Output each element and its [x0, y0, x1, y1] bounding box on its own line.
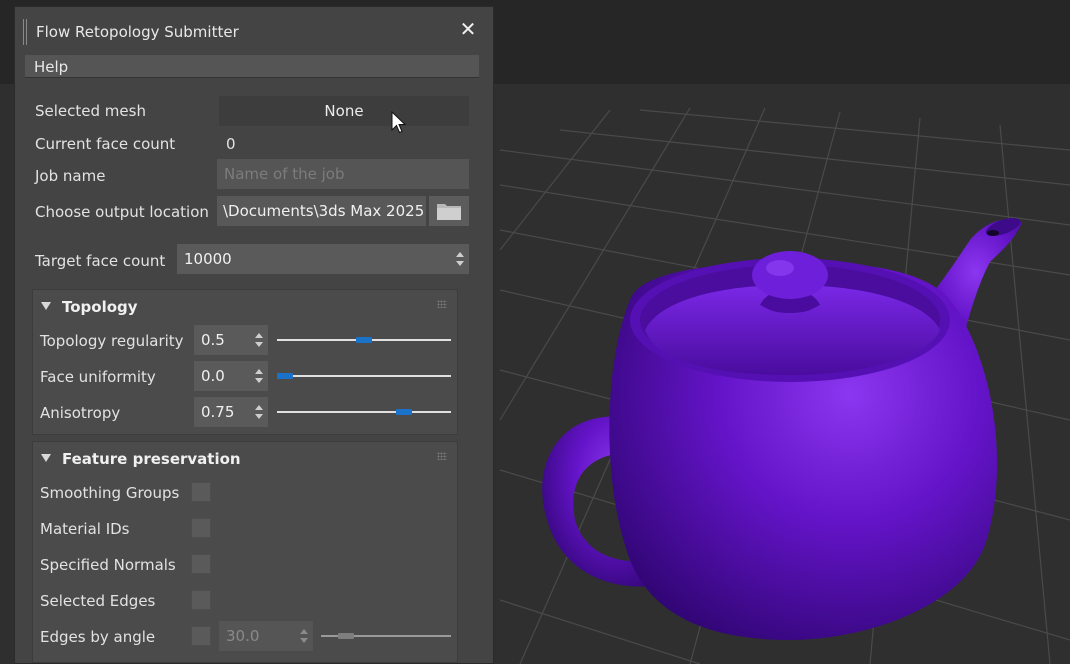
- face-uniformity-slider[interactable]: [277, 370, 451, 382]
- edges-by-angle-value: 30.0: [226, 627, 260, 645]
- anisotropy-spinner[interactable]: 0.75: [194, 397, 268, 427]
- selected-mesh-button[interactable]: None: [219, 96, 469, 126]
- teapot-model: [542, 217, 1022, 640]
- slider-thumb[interactable]: [277, 373, 293, 379]
- material-ids-label: Material IDs: [40, 520, 130, 538]
- output-location-field[interactable]: \Documents\3ds Max 2025: [217, 196, 426, 226]
- topology-regularity-slider[interactable]: [277, 334, 451, 346]
- rollout-grip-icon[interactable]: [437, 300, 447, 308]
- slider-thumb[interactable]: [356, 337, 372, 343]
- face-uniformity-value: 0.0: [201, 367, 225, 385]
- edges-by-angle-label: Edges by angle: [40, 628, 156, 646]
- material-ids-checkbox[interactable]: [191, 518, 211, 538]
- spinner-arrows-icon[interactable]: [255, 369, 263, 383]
- edges-by-angle-checkbox[interactable]: [191, 626, 211, 646]
- menu-bar: Help: [25, 55, 479, 78]
- topology-heading[interactable]: Topology: [62, 298, 138, 316]
- topology-rollout: Topology Topology regularity 0.5 Face un…: [32, 289, 458, 435]
- spinner-arrows-icon[interactable]: [255, 405, 263, 419]
- anisotropy-slider[interactable]: [277, 406, 451, 418]
- edges-by-angle-spinner[interactable]: 30.0: [219, 621, 313, 651]
- slider-thumb[interactable]: [338, 633, 355, 639]
- job-name-label: Job name: [35, 167, 106, 185]
- target-face-count-spinner[interactable]: 10000: [177, 244, 469, 274]
- face-uniformity-label: Face uniformity: [40, 368, 156, 386]
- target-face-count-value: 10000: [184, 250, 232, 268]
- spinner-arrows-icon[interactable]: [255, 333, 263, 347]
- dialog-title: Flow Retopology Submitter: [36, 23, 239, 41]
- spinner-arrows-icon[interactable]: [300, 629, 308, 643]
- edges-by-angle-slider[interactable]: [321, 630, 451, 642]
- face-uniformity-spinner[interactable]: 0.0: [194, 361, 268, 391]
- slider-track: [277, 375, 451, 377]
- folder-icon: [437, 204, 461, 220]
- feature-preservation-rollout: Feature preservation Smoothing Groups Ma…: [32, 441, 458, 663]
- target-face-count-label: Target face count: [35, 252, 166, 270]
- smoothing-groups-label: Smoothing Groups: [40, 484, 180, 502]
- close-icon[interactable]: ✕: [458, 19, 478, 39]
- collapse-triangle-icon[interactable]: [41, 302, 51, 310]
- flow-retopology-dialog: Flow Retopology Submitter ✕ Help Selecte…: [14, 6, 494, 664]
- job-name-input[interactable]: Name of the job: [217, 159, 469, 189]
- slider-track: [277, 411, 451, 413]
- anisotropy-value: 0.75: [201, 403, 235, 421]
- spinner-arrows-icon[interactable]: [456, 252, 464, 266]
- rollout-grip-icon[interactable]: [437, 452, 447, 460]
- anisotropy-label: Anisotropy: [40, 404, 121, 422]
- current-face-count-label: Current face count: [35, 135, 176, 153]
- selected-edges-checkbox[interactable]: [191, 590, 211, 610]
- specified-normals-label: Specified Normals: [40, 556, 176, 574]
- mouse-cursor-icon: [391, 111, 407, 134]
- slider-thumb[interactable]: [395, 409, 412, 415]
- smoothing-groups-checkbox[interactable]: [191, 482, 211, 502]
- output-location-label: Choose output location: [35, 203, 209, 221]
- specified-normals-checkbox[interactable]: [191, 554, 211, 574]
- topology-regularity-value: 0.5: [201, 331, 225, 349]
- feature-preservation-heading[interactable]: Feature preservation: [62, 450, 241, 468]
- selected-mesh-label: Selected mesh: [35, 102, 146, 120]
- topology-regularity-spinner[interactable]: 0.5: [194, 325, 268, 355]
- menu-help[interactable]: Help: [34, 58, 68, 76]
- selected-edges-label: Selected Edges: [40, 592, 156, 610]
- current-face-count-value: 0: [226, 135, 236, 153]
- topology-regularity-label: Topology regularity: [40, 332, 184, 350]
- browse-folder-button[interactable]: [429, 196, 469, 226]
- collapse-triangle-icon[interactable]: [41, 454, 51, 462]
- drag-grip-icon[interactable]: [23, 19, 29, 45]
